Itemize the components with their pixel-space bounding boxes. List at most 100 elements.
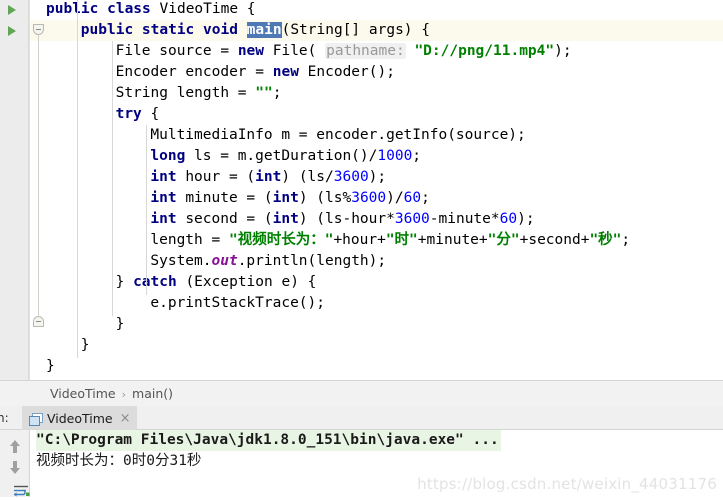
- run-tool-window: n: VideoTime × "C:\Program Files\Java\jd…: [0, 406, 723, 500]
- run-gutter-icon[interactable]: [8, 5, 16, 15]
- code-token-plain: -minute*: [429, 211, 500, 227]
- code-token-plain: String length =: [115, 85, 256, 101]
- code-token-plain: }: [46, 358, 55, 374]
- code-lines-container: public class VideoTime {public static vo…: [0, 0, 723, 380]
- code-token-plain: File(: [272, 43, 326, 59]
- breadcrumb-item[interactable]: VideoTime: [50, 386, 116, 401]
- code-token-plain: ls = m.getDuration()/: [194, 148, 378, 164]
- fold-region-line: [38, 35, 39, 317]
- code-token-str: "秒": [589, 232, 622, 248]
- code-line[interactable]: public static void main(String[] args) {: [81, 20, 430, 41]
- code-line[interactable]: MultimediaInfo m = encoder.getInfo(sourc…: [150, 125, 525, 146]
- breadcrumb-separator: ›: [121, 388, 127, 401]
- close-icon[interactable]: ×: [118, 412, 131, 425]
- run-tab-label: VideoTime: [47, 410, 113, 426]
- breadcrumb-gutter-spacer: [0, 381, 29, 407]
- code-line[interactable]: int hour = (int) (ls/3600);: [150, 167, 386, 188]
- code-token-kw: int: [272, 211, 299, 227]
- code-token-plain: MultimediaInfo m = encoder.getInfo(sourc…: [150, 127, 526, 143]
- code-token-plain: second = (: [185, 211, 273, 227]
- code-token-plain: (String[] args) {: [281, 22, 430, 38]
- code-token-plain: hour = (: [185, 169, 256, 185]
- code-token-plain: System.: [150, 253, 212, 269]
- console-side-toolbar: [0, 430, 30, 500]
- run-configuration-icon: [29, 412, 43, 426]
- code-line[interactable]: int minute = (int) (ls%3600)/60;: [150, 188, 429, 209]
- code-token-plain: );: [517, 211, 535, 227]
- soft-wrap-icon[interactable]: [7, 482, 30, 498]
- code-token-plain: VideoTime {: [159, 1, 256, 17]
- code-token-plain: ;: [621, 232, 631, 248]
- run-tab-videotime[interactable]: VideoTime ×: [22, 406, 137, 430]
- code-token-kw: static: [141, 22, 204, 38]
- code-token-str: "": [255, 85, 273, 101]
- code-token-kw: class: [107, 1, 160, 17]
- arrow-up-icon[interactable]: [7, 438, 23, 454]
- code-token-plain: {: [141, 106, 160, 122]
- code-token-kw: new: [272, 64, 308, 80]
- code-line[interactable]: String length = "";: [116, 83, 282, 104]
- code-token-plain: }: [80, 337, 90, 353]
- code-line[interactable]: Encoder encoder = new Encoder();: [116, 62, 395, 83]
- code-token-plain: ) (ls/: [281, 169, 334, 185]
- code-line[interactable]: }: [116, 314, 125, 335]
- code-line[interactable]: length = "视频时长为："+hour+"时"+minute+"分"+se…: [150, 230, 630, 251]
- code-token-num: 1000: [377, 148, 413, 164]
- code-token-str: "分": [487, 232, 520, 248]
- code-token-str: "视频时长为：": [228, 232, 334, 248]
- code-token-plain: +hour+: [333, 232, 386, 248]
- code-fold-icon[interactable]: [33, 24, 44, 35]
- code-token-plain: )/: [386, 190, 404, 206]
- code-token-plain: Encoder();: [307, 64, 395, 80]
- code-token-kw: new: [237, 43, 273, 59]
- code-token-kw: long: [150, 148, 195, 164]
- code-fold-icon[interactable]: [33, 316, 44, 327]
- code-token-kw: int: [150, 190, 186, 206]
- watermark-text: https://blog.csdn.net/weixin_44031176: [417, 475, 717, 493]
- code-token-plain: .println(length);: [237, 253, 387, 269]
- code-token-num: 3600: [394, 211, 430, 227]
- code-line[interactable]: e.printStackTrace();: [150, 293, 325, 314]
- code-token-kw: catch: [133, 274, 186, 290]
- run-gutter-icon[interactable]: [8, 26, 16, 36]
- code-token-plain: }: [115, 316, 125, 332]
- code-token-sel: main: [246, 22, 282, 38]
- code-line[interactable]: System.out.println(length);: [150, 251, 386, 272]
- code-line[interactable]: long ls = m.getDuration()/1000;: [150, 146, 421, 167]
- code-token-plain: File source =: [115, 43, 238, 59]
- code-token-str: "时": [385, 232, 418, 248]
- code-token-plain: (Exception e) {: [185, 274, 317, 290]
- code-line[interactable]: int second = (int) (ls-hour*3600-minute*…: [150, 209, 534, 230]
- code-token-str: "D://png/11.mp4": [414, 43, 555, 59]
- breadcrumb-bar: VideoTime › main(): [0, 380, 723, 407]
- code-token-num: 3600: [333, 169, 369, 185]
- indent-guide: [146, 125, 148, 295]
- code-token-plain: ;: [412, 148, 422, 164]
- console-command-line: "C:\Program Files\Java\jdk1.8.0_151\bin\…: [36, 430, 501, 451]
- code-line[interactable]: try {: [116, 104, 160, 125]
- code-token-plain: length =: [150, 232, 229, 248]
- code-token-num: 3600: [351, 190, 387, 206]
- code-token-kw: int: [150, 211, 186, 227]
- code-token-plain: +second+: [519, 232, 590, 248]
- breadcrumb[interactable]: VideoTime › main(): [50, 381, 173, 407]
- code-token-hint: pathname:: [325, 43, 406, 59]
- code-token-num: 60: [499, 211, 518, 227]
- code-token-plain: minute = (: [185, 190, 273, 206]
- code-line[interactable]: }: [81, 335, 90, 356]
- code-token-kw: int: [255, 169, 282, 185]
- idea-window: public class VideoTime {public static vo…: [0, 0, 723, 500]
- code-line[interactable]: }: [46, 356, 55, 377]
- code-token-plain: );: [368, 169, 387, 185]
- code-token-plain: }: [115, 274, 134, 290]
- code-token-plain: e.printStackTrace();: [150, 295, 325, 311]
- indent-guide: [111, 41, 113, 316]
- arrow-down-icon[interactable]: [7, 460, 23, 476]
- indent-guide: [76, 0, 78, 358]
- code-token-plain: ;: [421, 190, 430, 206]
- code-token-plain: ) (ls%: [298, 190, 352, 206]
- breadcrumb-item[interactable]: main(): [132, 386, 173, 401]
- code-editor[interactable]: public class VideoTime {public static vo…: [0, 0, 723, 380]
- code-line[interactable]: File source = new File( pathname: "D://p…: [116, 41, 572, 62]
- code-token-plain: Encoder encoder =: [115, 64, 273, 80]
